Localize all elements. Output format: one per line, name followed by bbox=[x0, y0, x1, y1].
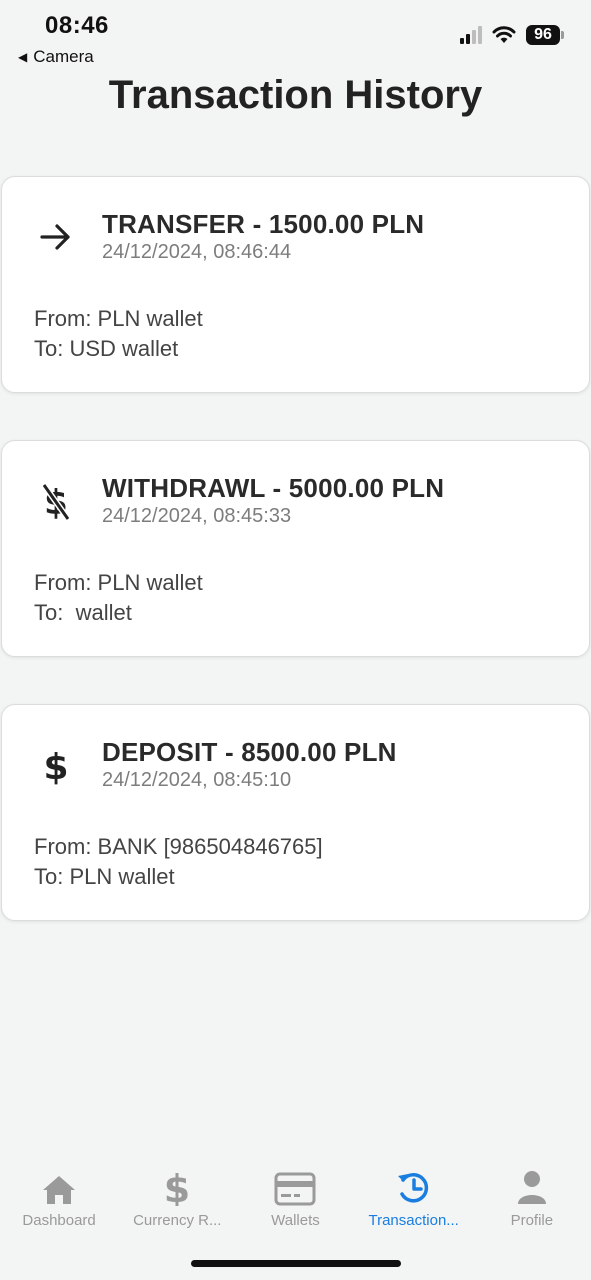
transaction-title: WITHDRAWL - 5000.00 PLN bbox=[102, 473, 445, 503]
dollar-off-icon: $ bbox=[36, 481, 76, 521]
home-icon bbox=[41, 1164, 77, 1206]
battery-icon: 96 bbox=[526, 25, 564, 45]
person-icon bbox=[517, 1164, 547, 1206]
home-indicator[interactable] bbox=[191, 1260, 401, 1267]
transaction-to: To: wallet bbox=[34, 600, 132, 625]
transaction-to: To: USD wallet bbox=[34, 336, 179, 361]
transaction-title: TRANSFER - 1500.00 PLN bbox=[102, 209, 425, 239]
tab-profile[interactable]: Profile bbox=[473, 1150, 591, 1240]
svg-text:$: $ bbox=[164, 1167, 190, 1206]
dollar-icon: $ bbox=[36, 745, 76, 785]
status-time: 08:46 bbox=[45, 12, 109, 39]
back-app-label: Camera bbox=[33, 47, 94, 66]
transaction-from: From: BANK [986504846765] bbox=[34, 834, 323, 859]
tab-currency-rates[interactable]: $ Currency R... bbox=[118, 1150, 236, 1240]
credit-card-icon bbox=[274, 1164, 316, 1206]
transaction-card[interactable]: TRANSFER - 1500.00 PLN 24/12/2024, 08:46… bbox=[1, 176, 590, 393]
status-indicators: 96 bbox=[460, 25, 564, 45]
transaction-title: DEPOSIT - 8500.00 PLN bbox=[102, 737, 397, 767]
tab-label: Dashboard bbox=[22, 1212, 96, 1229]
transaction-card[interactable]: $ WITHDRAWL - 5000.00 PLN 24/12/2024, 08… bbox=[1, 440, 590, 657]
tab-wallets[interactable]: Wallets bbox=[236, 1150, 354, 1240]
transaction-date: 24/12/2024, 08:45:10 bbox=[102, 769, 292, 791]
tab-label: Wallets bbox=[271, 1212, 320, 1229]
dollar-icon: $ bbox=[163, 1164, 191, 1206]
cellular-signal-icon bbox=[460, 26, 482, 44]
svg-text:$: $ bbox=[43, 747, 68, 785]
back-to-camera-link[interactable]: ◀ Camera bbox=[18, 47, 94, 67]
arrow-right-icon bbox=[36, 217, 76, 257]
tab-label: Transaction... bbox=[368, 1212, 459, 1229]
tab-dashboard[interactable]: Dashboard bbox=[0, 1150, 118, 1240]
page-title: Transaction History bbox=[108, 73, 483, 117]
transaction-to: To: PLN wallet bbox=[34, 864, 175, 889]
history-icon bbox=[396, 1164, 432, 1206]
bottom-tab-bar: Dashboard $ Currency R... Wallets Transa… bbox=[0, 1150, 591, 1240]
wifi-icon bbox=[492, 26, 516, 43]
tab-label: Profile bbox=[510, 1212, 554, 1229]
transaction-from: From: PLN wallet bbox=[34, 570, 203, 595]
transaction-card[interactable]: $ DEPOSIT - 8500.00 PLN 24/12/2024, 08:4… bbox=[1, 704, 590, 921]
transaction-date: 24/12/2024, 08:45:33 bbox=[102, 505, 292, 527]
transaction-date: 24/12/2024, 08:46:44 bbox=[102, 241, 292, 263]
battery-level: 96 bbox=[526, 25, 560, 45]
back-triangle-icon: ◀ bbox=[18, 50, 28, 64]
tab-label: Currency R... bbox=[133, 1212, 222, 1229]
transaction-from: From: PLN wallet bbox=[34, 306, 203, 331]
tab-transactions[interactable]: Transaction... bbox=[355, 1150, 473, 1240]
